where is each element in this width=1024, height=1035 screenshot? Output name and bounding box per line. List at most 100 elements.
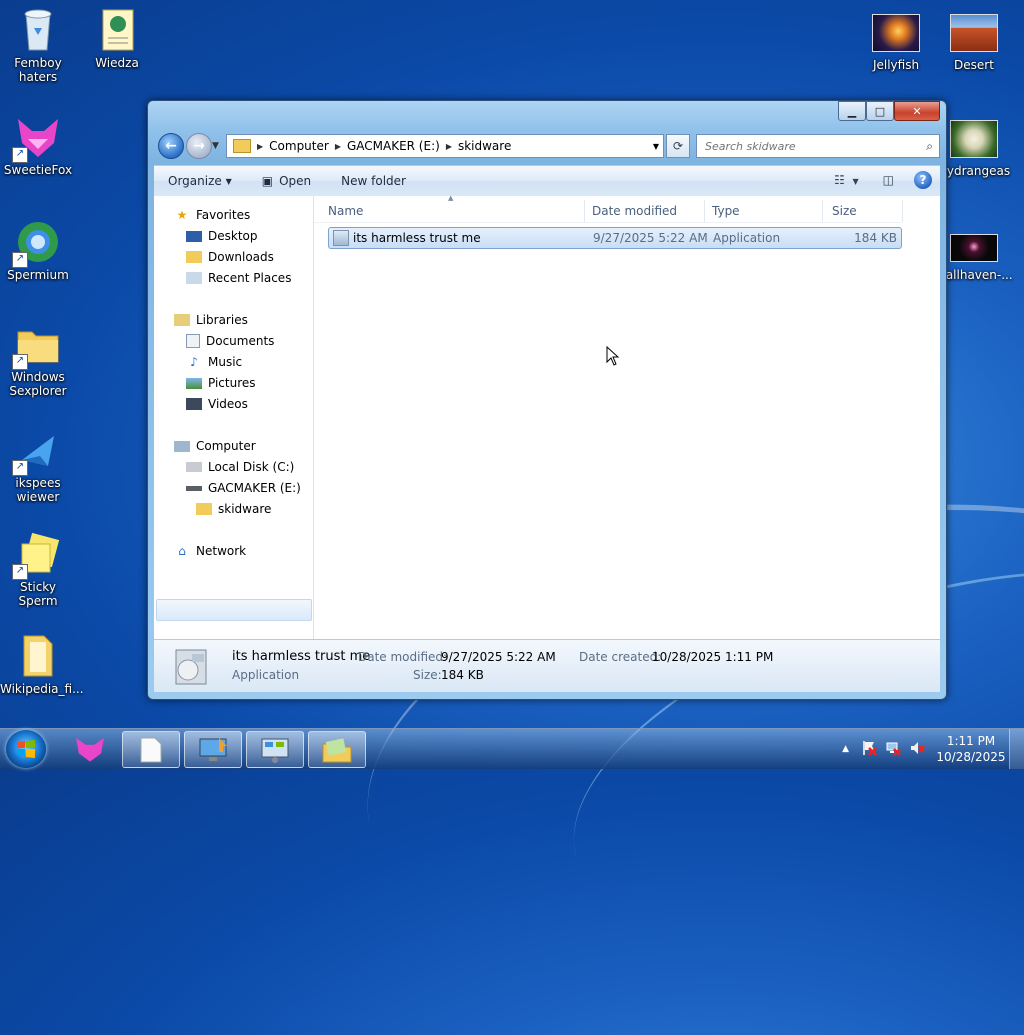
view-controls: ☷ ▼ ◫ ?: [834, 171, 932, 189]
start-button[interactable]: [6, 730, 46, 768]
details-file-type: Application: [232, 668, 300, 682]
address-bar[interactable]: ▶ Computer ▶ GACMAKER (E:) ▶ skidware ▼: [226, 134, 664, 158]
open-button[interactable]: ▣ Open: [262, 174, 311, 188]
desktop-icon-jellyfish[interactable]: Jellyfish: [858, 14, 934, 72]
desktop-icon-hydrangeas[interactable]: Hydrangeas: [936, 120, 1012, 178]
desktop-icon-wiedza[interactable]: Wiedza: [79, 6, 155, 70]
chevron-down-icon: ▼: [225, 176, 232, 186]
minimize-button[interactable]: ▁: [838, 101, 866, 121]
address-dropdown-icon[interactable]: ▼: [653, 142, 659, 151]
taskbar-windows-explorer[interactable]: [308, 731, 366, 768]
image-thumbnail-icon: [950, 234, 998, 262]
maximize-button[interactable]: □: [866, 101, 894, 121]
nav-gacmaker[interactable]: GACMAKER (E:): [186, 481, 301, 495]
column-header-size[interactable]: Size: [832, 200, 903, 222]
help-button[interactable]: ?: [914, 171, 932, 189]
nav-label: Desktop: [208, 229, 258, 243]
desktop-icon-label: Jellyfish: [872, 58, 920, 72]
nav-label: skidware: [218, 502, 272, 516]
nav-recent-places[interactable]: Recent Places: [186, 271, 291, 285]
desktop-icon-wallhaven[interactable]: wallhaven-...: [936, 234, 1013, 282]
search-input[interactable]: [703, 138, 907, 154]
desktop-icon-label: ikspees wiewer: [15, 476, 61, 504]
search-icon[interactable]: ⌕: [926, 139, 933, 154]
details-file-name: its harmless trust me: [232, 649, 371, 664]
desktop-icon-sticky-sperm[interactable]: ↗ Sticky Sperm: [0, 530, 76, 608]
network-status-icon[interactable]: [885, 740, 901, 759]
organize-label: Organize: [168, 174, 222, 188]
nav-local-disk[interactable]: Local Disk (C:): [186, 460, 294, 474]
image-thumbnail-icon: [950, 120, 998, 158]
taskbar-control-panel[interactable]: [246, 731, 304, 768]
nav-skidware[interactable]: skidware: [196, 502, 271, 516]
nav-documents[interactable]: Documents: [186, 334, 274, 348]
system-clock[interactable]: 1:11 PM 10/28/2025: [933, 733, 1009, 765]
nav-downloads[interactable]: Downloads: [186, 250, 274, 264]
show-desktop-button[interactable]: [1009, 729, 1024, 769]
breadcrumb-computer[interactable]: Computer: [269, 139, 329, 153]
nav-desktop[interactable]: Desktop: [186, 229, 258, 243]
back-button[interactable]: ←: [158, 133, 184, 159]
desktop-icon-desert[interactable]: Desert: [936, 14, 1012, 72]
breadcrumb-separator-icon[interactable]: ▶: [446, 142, 452, 151]
nav-network[interactable]: ⌂ Network: [174, 544, 246, 558]
column-header-date-modified[interactable]: Date modified: [592, 200, 705, 222]
help-icon: ?: [919, 173, 927, 187]
recent-places-icon: [186, 272, 202, 284]
nav-label: Downloads: [208, 250, 274, 264]
documents-icon: [186, 334, 200, 348]
column-label: Size: [832, 204, 857, 218]
taskbar-notepad[interactable]: [122, 731, 180, 768]
breadcrumb-gacmaker[interactable]: GACMAKER (E:): [347, 139, 440, 153]
file-type: Application: [713, 231, 781, 245]
desktop-icon-wikipedia[interactable]: Wikipedia_fi...: [0, 632, 84, 696]
desktop-icon-windows-sexplorer[interactable]: ↗ Windows Sexplorer: [0, 320, 76, 398]
nav-libraries[interactable]: Libraries: [174, 313, 248, 327]
close-icon: ✕: [912, 104, 922, 118]
refresh-button[interactable]: ⟳: [666, 134, 690, 158]
hard-drive-icon: [186, 462, 202, 472]
desktop-icon-label: Hydrangeas: [937, 164, 1011, 178]
preview-pane-button[interactable]: ◫: [883, 173, 894, 187]
explorer-window[interactable]: ▁ □ ✕ ← → ▼ ▶ Computer ▶ GACMAKER (E:) ▶…: [147, 100, 947, 700]
breadcrumb-separator-icon[interactable]: ▶: [335, 142, 341, 151]
nav-label: Videos: [208, 397, 248, 411]
close-button[interactable]: ✕: [894, 101, 940, 121]
new-folder-button[interactable]: New folder: [341, 174, 406, 188]
details-date-modified: 9/27/2025 5:22 AM: [441, 650, 556, 664]
nav-computer[interactable]: Computer: [174, 439, 256, 453]
column-header-type[interactable]: Type: [712, 200, 823, 222]
desktop-icon-xps-viewer[interactable]: ↗ ikspees wiewer: [0, 426, 76, 504]
breadcrumb-separator-icon[interactable]: ▶: [257, 142, 263, 151]
show-hidden-icons-icon[interactable]: ▲: [842, 744, 849, 754]
breadcrumb-skidware[interactable]: skidware: [458, 139, 511, 153]
column-header-name[interactable]: Name: [328, 200, 585, 222]
nav-pictures[interactable]: Pictures: [186, 376, 256, 390]
desktop-icon-spermium[interactable]: ↗ Spermium: [0, 218, 76, 282]
file-name: its harmless trust me: [353, 231, 481, 245]
clock-date: 10/28/2025: [936, 750, 1006, 764]
organize-button[interactable]: Organize ▼: [168, 174, 232, 188]
change-view-button[interactable]: ☷ ▼: [834, 173, 859, 187]
libraries-icon: [174, 314, 190, 326]
table-row[interactable]: its harmless trust me 9/27/2025 5:22 AM …: [328, 227, 902, 249]
taskbar: ▲ 1:11 PM 10/28/2025: [0, 728, 1024, 769]
nav-videos[interactable]: Videos: [186, 397, 248, 411]
column-label: Type: [712, 204, 740, 218]
desktop-icon: [186, 230, 202, 242]
taskbar-sweetiefox[interactable]: [62, 731, 118, 766]
folder-icon: [14, 632, 62, 680]
desktop-icon-recycle-bin[interactable]: Femboy haters: [0, 6, 76, 84]
nav-favorites[interactable]: ★ Favorites: [174, 208, 251, 222]
nav-music[interactable]: ♪ Music: [186, 355, 242, 369]
control-panel-icon: [261, 738, 289, 763]
volume-muted-icon[interactable]: [909, 740, 925, 759]
file-list[interactable]: Name Date modified Type Size ▲ its harml…: [314, 194, 940, 639]
search-box[interactable]: ⌕: [696, 134, 940, 158]
forward-button[interactable]: →: [186, 133, 212, 159]
nav-label: Libraries: [196, 313, 248, 327]
recent-pages-dropdown[interactable]: ▼: [212, 141, 219, 151]
action-center-icon[interactable]: [861, 740, 877, 759]
desktop-icon-sweetiefox[interactable]: ↗ SweetieFox: [0, 113, 76, 177]
taskbar-remote-desktop[interactable]: [184, 731, 242, 768]
